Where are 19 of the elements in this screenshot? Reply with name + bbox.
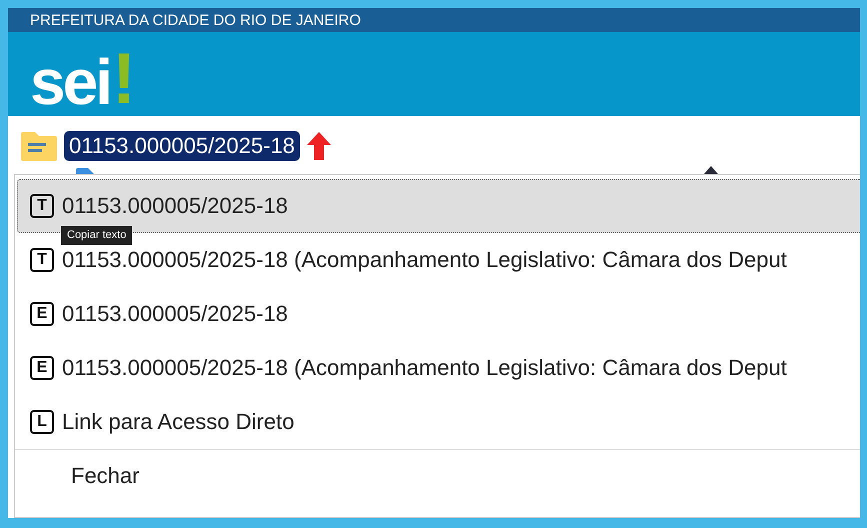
letter-icon: E xyxy=(30,356,54,380)
logo-text: sei xyxy=(30,55,110,109)
triangle-icon xyxy=(704,166,718,174)
document-icon xyxy=(74,168,96,174)
up-arrow-icon[interactable] xyxy=(306,131,332,161)
menu-item[interactable]: E 01153.000005/2025-18 (Acompanhamento Legislativo: Câmara dos Deput xyxy=(17,354,860,382)
process-number[interactable]: 01153.000005/2025-18 xyxy=(64,131,300,161)
menu-item[interactable]: L Link para Acesso Direto xyxy=(17,408,860,436)
close-item[interactable]: Fechar xyxy=(15,449,860,502)
letter-icon: E xyxy=(30,302,54,326)
menu-item[interactable]: T 01153.000005/2025-18 (Acompanhamento Legislativo: Câmara dos Deput xyxy=(17,246,860,274)
letter-icon: T xyxy=(30,248,54,272)
tooltip: Copiar texto xyxy=(61,226,132,245)
logo-mark: ! xyxy=(112,49,136,109)
menu-item[interactable]: E 01153.000005/2025-18 xyxy=(17,300,860,328)
banner-title: PREFEITURA DA CIDADE DO RIO DE JANEIRO xyxy=(30,12,361,28)
folder-icon xyxy=(20,130,58,162)
letter-icon: L xyxy=(30,410,54,434)
letter-icon: T xyxy=(30,194,54,218)
